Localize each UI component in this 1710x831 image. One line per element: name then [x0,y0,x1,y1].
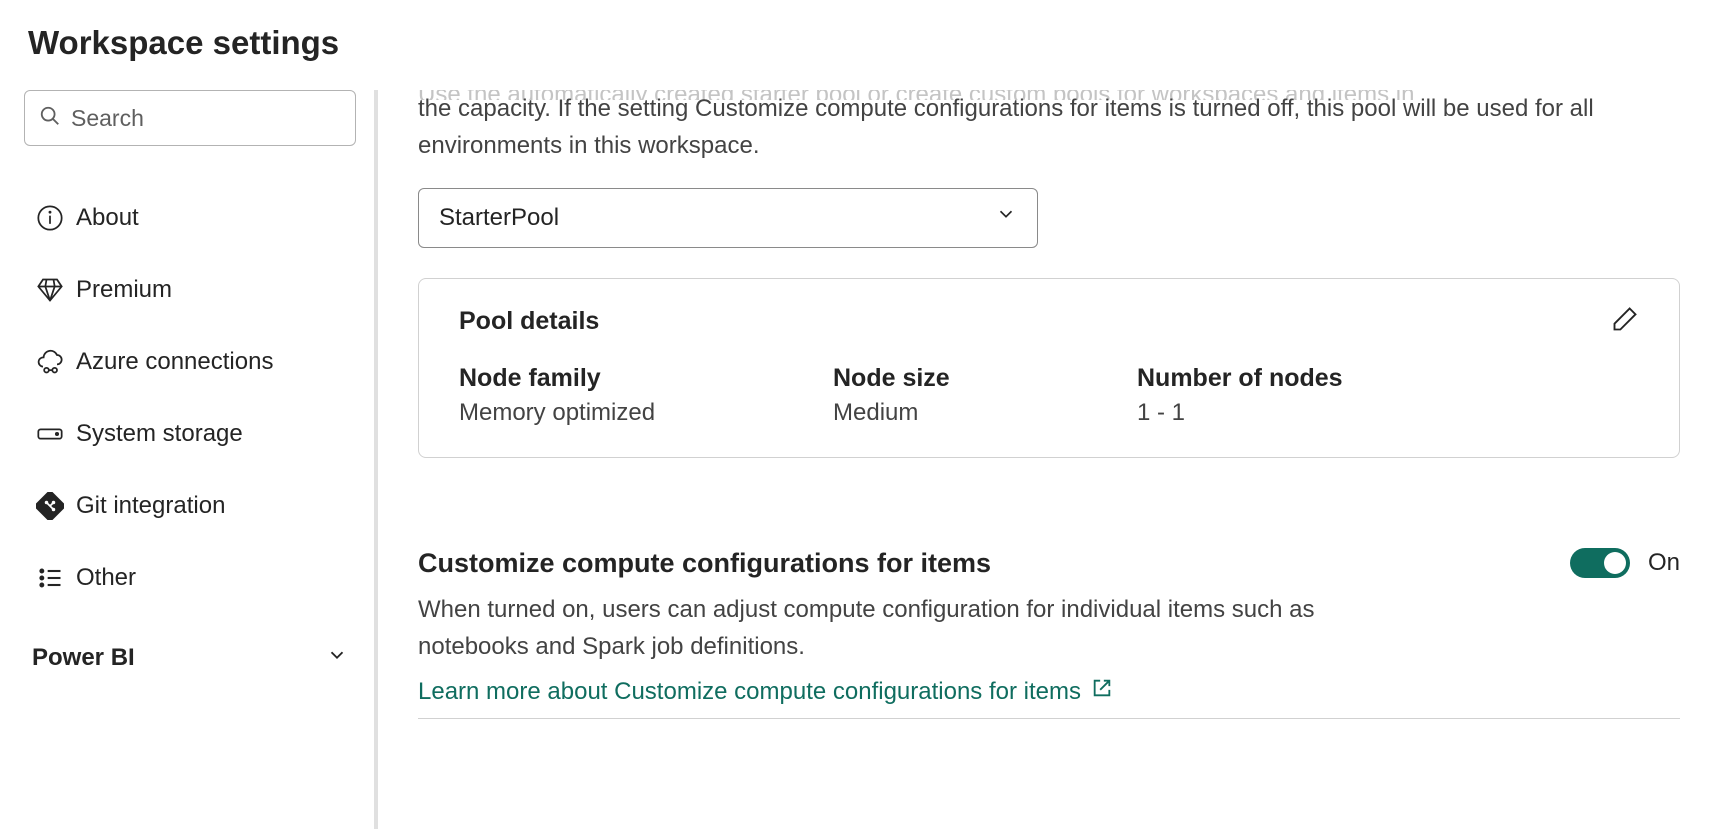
search-icon [39,105,71,132]
sidebar-item-other[interactable]: Other [24,546,356,610]
pool-select[interactable]: StarterPool [418,188,1038,248]
learn-more-text: Learn more about Customize compute confi… [418,678,1081,706]
page-title: Workspace settings [0,0,1710,90]
sidebar-item-label: Git integration [76,492,225,520]
chevron-down-icon [995,203,1017,232]
git-icon [26,492,76,520]
sidebar-section-label: Power BI [32,644,135,672]
sidebar-item-label: Other [76,564,136,592]
customize-compute-setting: Customize compute configurations for ite… [418,548,1680,719]
customize-compute-toggle[interactable] [1570,548,1630,578]
customize-compute-title: Customize compute configurations for ite… [418,548,991,579]
pool-select-value: StarterPool [439,204,559,232]
search-box[interactable] [24,90,356,146]
node-family-label: Node family [459,364,833,393]
diamond-icon [26,276,76,304]
list-icon [26,564,76,592]
edit-button[interactable] [1611,305,1639,338]
sidebar-item-label: Azure connections [76,348,273,376]
info-icon [26,204,76,232]
customize-compute-description: When turned on, users can adjust compute… [418,591,1348,665]
sidebar-item-premium[interactable]: Premium [24,258,356,322]
num-nodes-label: Number of nodes [1137,364,1343,393]
sidebar-item-about[interactable]: About [24,186,356,250]
external-link-icon [1091,677,1113,706]
sidebar-item-label: Premium [76,276,172,304]
storage-icon [26,420,76,448]
pool-details-card: Pool details Node family Memory optimize… [418,278,1680,458]
learn-more-link[interactable]: Learn more about Customize compute confi… [418,677,1113,706]
sidebar-item-label: About [76,204,139,232]
sidebar: About Premium Azure connections System s… [0,90,378,829]
main-area: About Premium Azure connections System s… [0,90,1710,829]
toggle-knob [1604,552,1626,574]
chevron-down-icon [326,644,348,673]
intro-text: the capacity. If the setting Customize c… [418,90,1680,164]
sidebar-item-git-integration[interactable]: Git integration [24,474,356,538]
num-nodes-value: 1 - 1 [1137,399,1343,427]
sidebar-item-label: System storage [76,420,243,448]
pool-details-header: Pool details [459,307,599,336]
node-size-value: Medium [833,399,1137,427]
sidebar-item-system-storage[interactable]: System storage [24,402,356,466]
cloud-icon [26,348,76,376]
sidebar-item-azure-connections[interactable]: Azure connections [24,330,356,394]
search-input[interactable] [71,105,341,132]
node-family-value: Memory optimized [459,399,833,427]
sidebar-section-powerbi[interactable]: Power BI [24,630,356,686]
node-size-label: Node size [833,364,1137,393]
toggle-state-label: On [1648,549,1680,577]
content-panel: Use the automatically created starter po… [378,90,1710,829]
